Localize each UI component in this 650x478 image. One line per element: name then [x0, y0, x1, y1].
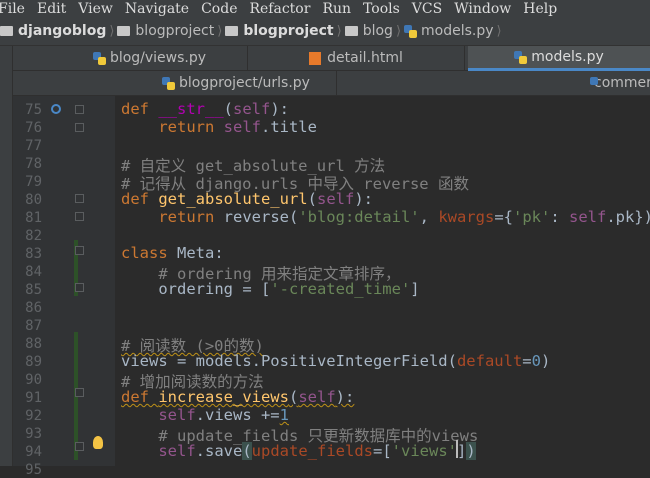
menu-edit[interactable]: Edit — [37, 1, 66, 17]
line-number: 79 — [25, 174, 42, 190]
breadcrumb-project[interactable]: djangoblog — [0, 23, 106, 39]
override-icon[interactable] — [51, 104, 61, 114]
tab-detail-html[interactable]: detail.html — [248, 46, 465, 70]
menu-navigate[interactable]: Navigate — [125, 1, 189, 17]
code-line: ordering = ['-created_time'] — [158, 280, 420, 298]
line-number: 89 — [25, 354, 42, 370]
tab-models[interactable]: models.py — [468, 46, 650, 71]
menu-window[interactable]: Window — [454, 1, 511, 17]
tab-label: detail.html — [327, 50, 403, 66]
line-number: 93 — [25, 426, 42, 442]
fold-icon[interactable] — [75, 105, 84, 114]
chevron-right-icon: ⟩ — [496, 23, 502, 39]
line-number: 76 — [25, 120, 42, 136]
menu-bar: File Edit View Navigate Code Refactor Ru… — [0, 0, 650, 17]
fold-icon[interactable] — [75, 123, 84, 132]
menu-tools[interactable]: Tools — [363, 1, 400, 17]
menu-run[interactable]: Run — [322, 1, 351, 17]
code-line: return reverse('blog:detail', kwargs={'p… — [158, 208, 650, 226]
chevron-right-icon: ⟩ — [109, 23, 115, 39]
line-number: 91 — [25, 390, 42, 406]
chevron-right-icon: ⟩ — [336, 23, 342, 39]
chevron-right-icon: ⟩ — [395, 23, 402, 39]
folder-icon — [225, 26, 239, 36]
line-number: 86 — [25, 300, 42, 316]
editor-tabs-row-1: blog/views.py detail.html models.py — [12, 46, 650, 71]
line-number: 90 — [25, 372, 42, 388]
line-number: 94 — [25, 444, 42, 460]
code-line: self.views +=1 — [158, 406, 289, 424]
fold-icon[interactable] — [75, 246, 84, 255]
code-line: class Meta: — [121, 244, 224, 262]
python-file-icon — [404, 24, 418, 38]
menu-view[interactable]: View — [78, 1, 113, 17]
line-number: 78 — [25, 156, 42, 172]
line-number: 82 — [25, 228, 42, 244]
breadcrumb: djangoblog ⟩ blogproject ⟩ blogproject ⟩… — [0, 17, 650, 46]
line-number: 87 — [25, 318, 42, 334]
code-line: return self.title — [158, 118, 317, 136]
folder-icon — [344, 26, 358, 36]
folder-icon — [117, 26, 131, 36]
code-line: views = models.PositiveIntegerField(defa… — [121, 352, 551, 370]
menu-refactor[interactable]: Refactor — [249, 1, 310, 17]
menu-code[interactable]: Code — [201, 1, 237, 17]
html-file-icon — [309, 51, 322, 65]
code-line: def increase_views(self): — [121, 388, 355, 406]
editor-tabs-row-2: blogproject/urls.py commer — [12, 71, 650, 96]
line-number: 81 — [25, 210, 42, 226]
code-line: def __str__(self): — [121, 100, 289, 118]
python-file-icon — [92, 51, 106, 65]
line-number: 85 — [25, 282, 42, 298]
breadcrumb-file[interactable]: models.py — [404, 23, 494, 39]
fold-icon[interactable] — [75, 388, 84, 397]
menu-help[interactable]: Help — [523, 1, 557, 17]
tab-label: blogproject/urls.py — [179, 75, 310, 91]
line-number: 95 — [25, 462, 42, 478]
breadcrumb-blog[interactable]: blog — [344, 23, 393, 39]
line-number: 75 — [25, 102, 42, 118]
chevron-right-icon: ⟩ — [217, 23, 223, 39]
line-number: 77 — [25, 138, 42, 154]
python-file-icon — [514, 50, 528, 64]
menu-vcs[interactable]: VCS — [412, 1, 442, 17]
menu-file[interactable]: File — [0, 1, 25, 17]
line-number: 84 — [25, 264, 42, 280]
code-line: def get_absolute_url(self): — [121, 190, 373, 208]
folder-icon — [0, 26, 13, 36]
python-file-icon — [162, 76, 175, 90]
tab-label: blog/views.py — [109, 50, 207, 66]
tab-blog-views[interactable]: blog/views.py — [52, 46, 248, 70]
fold-icon[interactable] — [75, 194, 84, 203]
fold-icon[interactable] — [75, 212, 84, 221]
code-line: self.save(update_fields=['views']) — [158, 442, 476, 460]
lightbulb-icon[interactable] — [93, 436, 103, 449]
breadcrumb-blogproject-inner[interactable]: blogproject — [225, 23, 334, 39]
line-number: 88 — [25, 336, 42, 352]
tab-label: models.py — [531, 49, 604, 65]
line-number: 92 — [25, 408, 42, 424]
tab-label: commer — [594, 75, 650, 91]
line-number: 83 — [25, 246, 42, 262]
tab-comments[interactable]: commer — [590, 71, 650, 95]
fold-icon[interactable] — [75, 283, 84, 292]
breadcrumb-blogproject[interactable]: blogproject — [117, 23, 214, 39]
fold-icon[interactable] — [75, 442, 84, 451]
tab-blogproject-urls[interactable]: blogproject/urls.py — [136, 71, 337, 95]
text-caret — [456, 440, 458, 458]
line-number: 80 — [25, 192, 42, 208]
